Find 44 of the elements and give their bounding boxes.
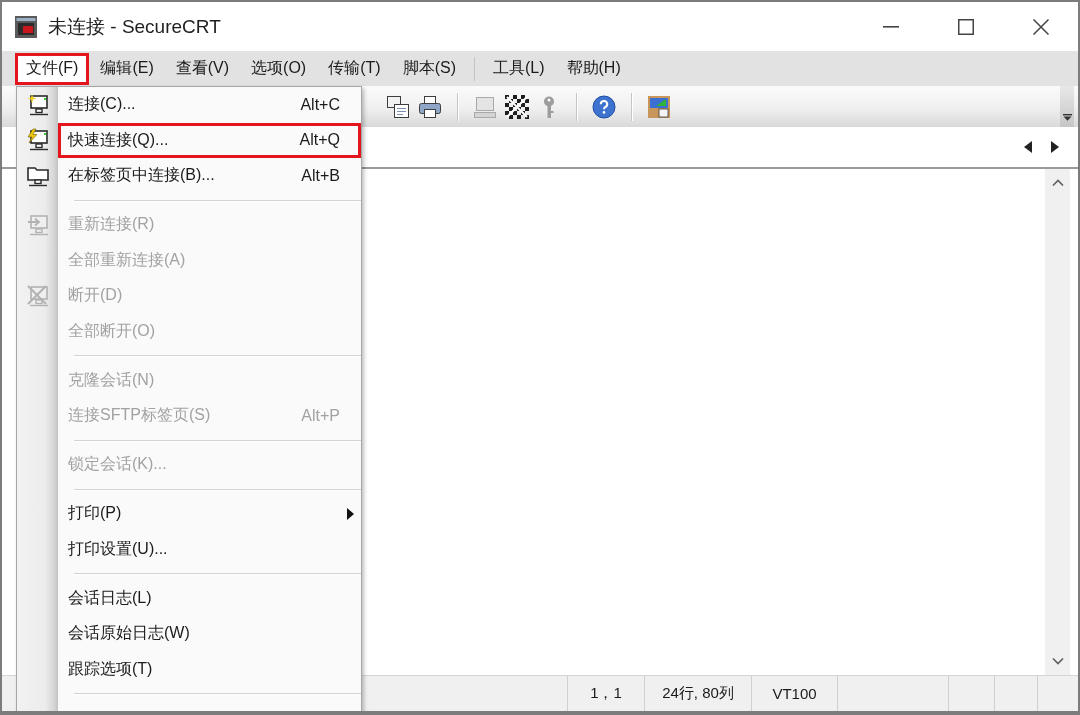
menu-item[interactable]: 快速连接(Q)... Alt+Q bbox=[58, 122, 361, 158]
chevron-down-icon bbox=[1062, 114, 1072, 121]
toolbar-overflow-button[interactable] bbox=[1060, 86, 1074, 127]
shortcut-text: Alt+B bbox=[301, 166, 340, 185]
up-chevron-icon bbox=[1051, 179, 1064, 186]
printer-icon[interactable] bbox=[418, 94, 442, 119]
status-field: VT100 bbox=[751, 676, 837, 711]
down-chevron-icon bbox=[1051, 658, 1064, 665]
menu-bar-item[interactable]: 编辑(E) bbox=[89, 52, 165, 85]
menu-item[interactable]: 打印设置(U)... bbox=[58, 531, 361, 567]
menu-bar-item[interactable]: 脚本(S) bbox=[391, 52, 467, 85]
menu-item[interactable]: 跟踪选项(T) bbox=[58, 651, 361, 687]
status-field: 1，1 bbox=[567, 676, 644, 711]
menu-item[interactable]: 会话原始日志(W) bbox=[58, 616, 361, 652]
menu-item[interactable]: 会话日志(L) bbox=[58, 580, 361, 616]
monitor-sparkle-icon bbox=[25, 92, 50, 117]
right-arrow-icon[interactable] bbox=[1051, 141, 1059, 153]
submenu-arrow-icon bbox=[347, 507, 354, 520]
status-field: 24行, 80列 bbox=[644, 676, 751, 711]
menu-bar-item[interactable]: 查看(V) bbox=[164, 52, 241, 85]
checkered-icon[interactable] bbox=[505, 94, 529, 119]
help-icon[interactable] bbox=[592, 94, 616, 119]
shortcut-text: Alt+P bbox=[301, 406, 340, 425]
documents-icon[interactable] bbox=[386, 94, 410, 119]
menu-bar-item[interactable]: 文件(F) bbox=[15, 52, 90, 85]
close-icon bbox=[1032, 18, 1049, 35]
maximize-icon bbox=[957, 18, 974, 35]
menu-item[interactable]: 在标签页中连接(B)... Alt+B bbox=[58, 158, 361, 194]
shortcut-text: Alt+C bbox=[300, 95, 340, 114]
window-title: 未连接 - SecureCRT bbox=[48, 14, 222, 39]
menu-item[interactable]: 打印(P) bbox=[58, 496, 361, 532]
menu-bar-item[interactable]: 选项(O) bbox=[240, 52, 318, 85]
menu-bar-item[interactable]: 传输(T) bbox=[317, 52, 392, 85]
monitor-arrow-icon bbox=[25, 212, 50, 237]
shortcut-text: Alt+Q bbox=[299, 131, 340, 150]
vertical-scrollbar[interactable] bbox=[1045, 169, 1070, 675]
menu-bar-item[interactable]: 帮助(H) bbox=[555, 52, 632, 85]
picture-icon[interactable] bbox=[647, 94, 671, 119]
monitor-lightning-icon bbox=[25, 128, 50, 153]
monitor-cross-icon bbox=[25, 283, 50, 308]
left-arrow-icon[interactable] bbox=[1024, 141, 1032, 153]
menu-bar-item[interactable]: 工具(L) bbox=[481, 52, 556, 85]
minimize-icon bbox=[882, 25, 899, 28]
app-icon bbox=[14, 14, 38, 39]
